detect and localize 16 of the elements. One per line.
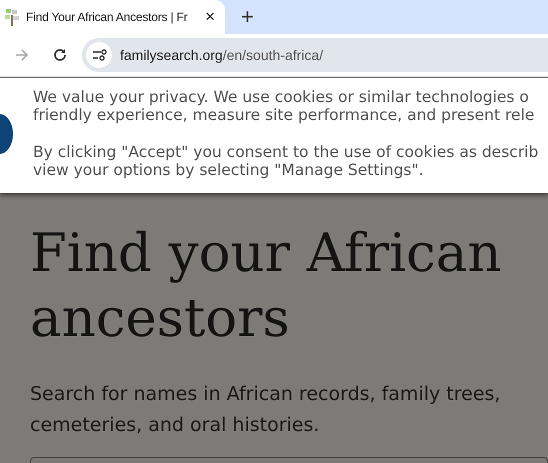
new-tab-button[interactable]: +	[233, 0, 262, 34]
page-heading: ancestors	[30, 287, 291, 351]
address-bar[interactable]: familysearch.org/en/south-africa/	[82, 38, 548, 72]
site-settings-icon[interactable]	[86, 42, 112, 68]
reload-icon[interactable]	[52, 47, 68, 63]
url-text: familysearch.org/en/south-africa/	[120, 47, 324, 63]
cookie-text: view your options by selecting "Manage Settings".	[33, 161, 425, 179]
tree-icon	[4, 8, 20, 26]
cookie-text: friendly experience, measure site performance, and present rele	[33, 106, 536, 124]
tab-title: Find Your African Ancestors | Fr	[26, 10, 188, 24]
subtitle-text: Search for names in African records, family trees,	[30, 382, 502, 407]
cookie-text: By clicking "Accept" you consent to the use of cookies as describ	[33, 143, 540, 161]
cookie-text: We value your privacy. We use cookies or similar technologies o	[33, 88, 530, 106]
page-heading: Find your African	[30, 222, 502, 286]
browser-tab[interactable]: Find Your African Ancestors | Fr ×	[0, 0, 225, 34]
subtitle-text: cemeteries, and oral histories.	[30, 413, 320, 438]
